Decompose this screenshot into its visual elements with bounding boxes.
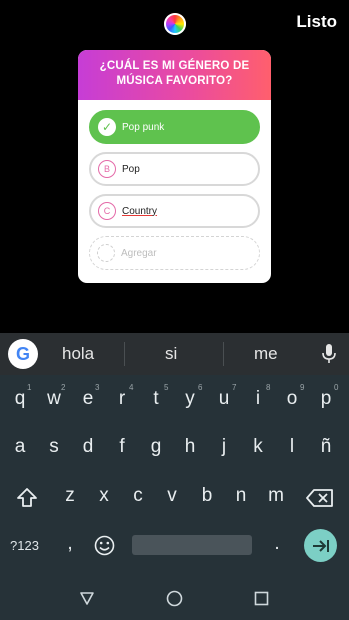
suggestion-3[interactable]: me [254,344,278,364]
divider [223,342,224,366]
add-option-button[interactable]: Agregar [89,236,260,270]
add-option-label: Agregar [121,247,157,259]
enter-key[interactable] [304,529,337,562]
key-m[interactable]: m [261,485,291,507]
key-d[interactable]: d [73,436,103,458]
key-period[interactable]: . [262,533,292,555]
suggestion-1[interactable]: hola [62,344,94,364]
divider [124,342,125,366]
recents-icon[interactable] [254,591,269,606]
option-letter-badge: B [98,160,116,178]
emoji-icon[interactable] [94,535,115,556]
key-c[interactable]: c [123,485,153,507]
dashed-circle-icon [97,244,115,262]
backspace-icon[interactable] [306,489,334,507]
key-k[interactable]: k [243,436,273,458]
key-f[interactable]: f [107,436,137,458]
back-icon[interactable] [79,591,95,607]
key-b[interactable]: b [192,485,222,507]
key-t[interactable]: t [141,388,171,410]
home-icon[interactable] [166,590,183,607]
key-g[interactable]: g [141,436,171,458]
key-q[interactable]: q [5,388,35,410]
quiz-option-b[interactable]: B Pop [89,152,260,186]
key-r[interactable]: r [107,388,137,410]
quiz-question[interactable]: ¿CUÁL ES MI GÉNERO DE MÚSICA FAVORITO? [78,50,271,100]
key-p[interactable]: p [311,388,341,410]
shift-icon[interactable] [16,487,38,509]
key-w[interactable]: w [39,388,69,410]
done-button[interactable]: Listo [296,12,337,32]
key-z[interactable]: z [55,485,85,507]
enter-arrow-icon [312,539,329,552]
quiz-option-c[interactable]: C Country [89,194,260,228]
key-l[interactable]: l [277,436,307,458]
key-s[interactable]: s [39,436,69,458]
quiz-option-text: Country [122,205,158,217]
key-o[interactable]: o [277,388,307,410]
key-a[interactable]: a [5,436,35,458]
key-n-tilde[interactable]: ñ [311,436,341,458]
system-nav-bar [0,574,349,620]
key-comma[interactable]: , [55,533,85,555]
key-i[interactable]: i [243,388,273,410]
key-x[interactable]: x [89,485,119,507]
google-logo-icon[interactable]: G [8,339,38,369]
key-v[interactable]: v [157,485,187,507]
quiz-sticker[interactable]: ¿CUÁL ES MI GÉNERO DE MÚSICA FAVORITO? ✓… [78,50,271,283]
key-u[interactable]: u [209,388,239,410]
key-h[interactable]: h [175,436,205,458]
keyboard-suggestion-bar: G hola si me [0,333,349,375]
key-e[interactable]: e [73,388,103,410]
space-bar[interactable] [132,535,252,555]
check-icon: ✓ [98,118,116,136]
quiz-options: ✓ Pop punk B Pop C Country Agregar [78,100,271,270]
quiz-option-text: Pop punk [122,121,165,133]
keyboard: 1 2 3 4 5 6 7 8 9 0 q w e r t y u i o p … [0,375,349,574]
quiz-option-text: Pop [122,163,140,175]
option-letter-badge: C [98,202,116,220]
suggestion-2[interactable]: si [165,344,177,364]
quiz-option-a[interactable]: ✓ Pop punk [89,110,260,144]
key-n[interactable]: n [226,485,256,507]
story-editor: Listo ¿CUÁL ES MI GÉNERO DE MÚSICA FAVOR… [0,0,349,333]
symbols-key[interactable]: ?123 [10,538,39,553]
key-y[interactable]: y [175,388,205,410]
key-j[interactable]: j [209,436,239,458]
color-wheel-icon[interactable] [164,13,186,35]
microphone-icon[interactable] [322,344,336,364]
